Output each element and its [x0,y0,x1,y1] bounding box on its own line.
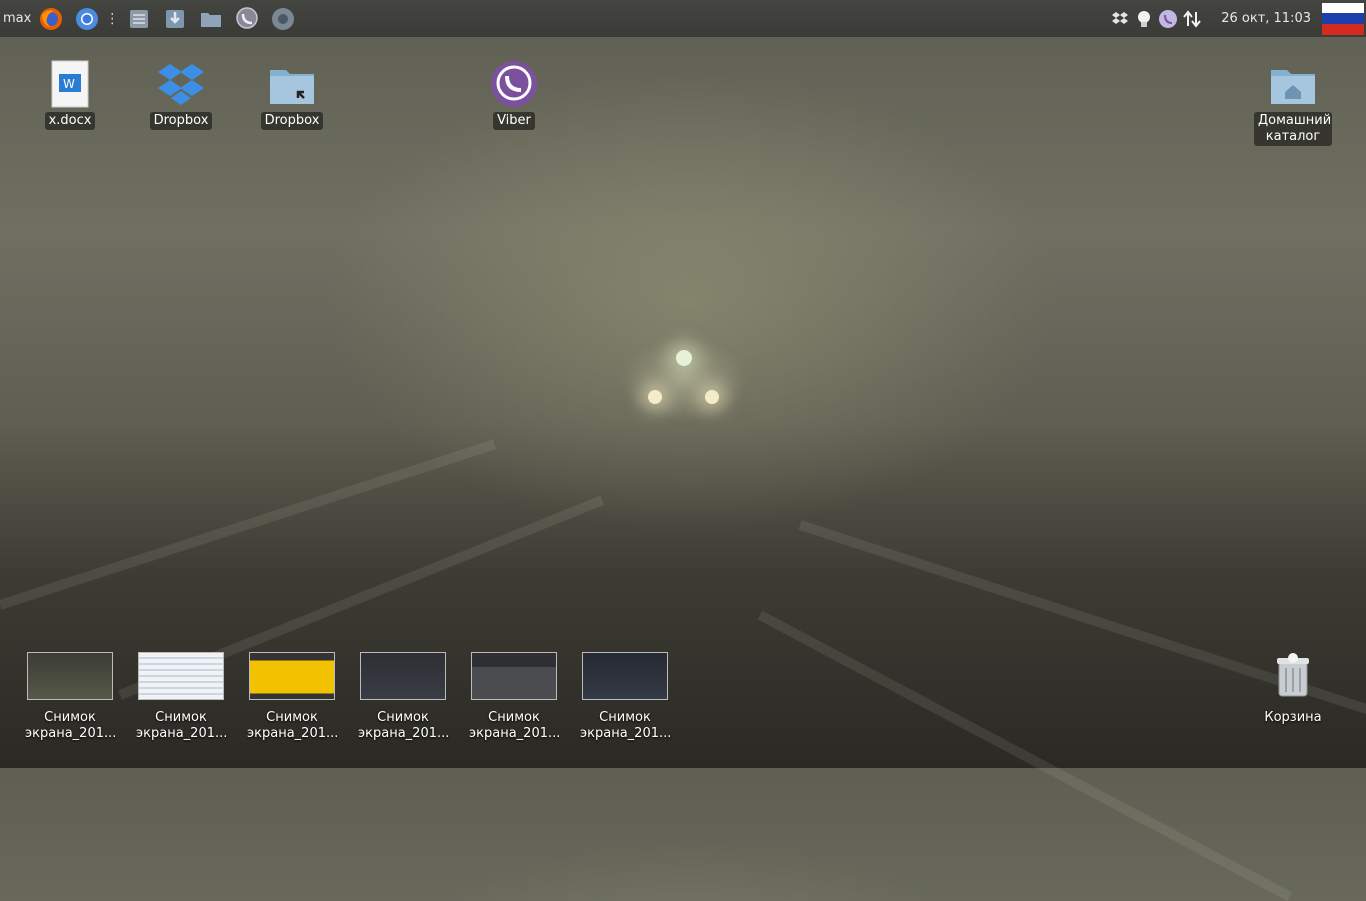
desktop-icon-screenshot[interactable]: Снимок экрана_201... [570,652,680,742]
system-tray: 26 окт, 11:03 [1109,0,1366,37]
headlight-1 [676,350,692,366]
docx-file-icon: W [46,60,94,108]
desktop-icon-label: Viber [493,112,535,130]
desktop-icon-trash[interactable]: Корзина [1238,652,1348,726]
chromium-icon[interactable] [271,7,295,31]
desktop-icon-screenshot[interactable]: Снимок экрана_201... [348,652,458,742]
desktop-icon-label: x.docx [44,112,96,130]
screenshot-thumbnail-icon [138,652,224,700]
headlight-2 [648,390,662,404]
desktop-icon-label: Снимок экрана_201... [469,710,561,741]
screenshot-thumbnail-icon [27,652,113,700]
trash-icon [1269,652,1317,700]
dropbox-icon [157,60,205,108]
screenshot-thumbnail-icon [582,652,668,700]
desktop-icon-label: Снимок экрана_201... [580,710,672,741]
desktop-icon-screenshot[interactable]: Снимок экрана_201... [15,652,125,742]
desktop-icon-home-folder[interactable]: Домашний каталог [1238,60,1348,146]
files-grey-icon[interactable] [127,7,151,31]
folder-link-icon [268,60,316,108]
home-folder-icon [1269,60,1317,108]
screenshot-thumbnail-icon [471,652,557,700]
folder-icon[interactable] [199,7,223,31]
desktop-icon-label: Dropbox [149,112,213,130]
svg-text:W: W [63,77,75,91]
screenshot-thumbnail-icon [360,652,446,700]
desktop-icon-label: Домашний каталог [1254,112,1332,146]
desktop-icon-dropbox-folder[interactable]: Dropbox [237,60,347,130]
viber-icon [490,60,538,108]
network-arrows-icon[interactable] [1181,8,1203,30]
rail-left-1 [0,439,497,610]
desktop-icon-label: Dropbox [260,112,324,130]
desktop-icon-x-docx[interactable]: W x.docx [15,60,125,130]
firefox-icon[interactable] [39,7,63,31]
desktop-icon-dropbox-app[interactable]: Dropbox [126,60,236,130]
flag-stripe-white [1322,2,1364,14]
desktop-icon-viber[interactable]: Viber [459,60,569,130]
user-name[interactable]: max [3,11,31,26]
launcher-separator-dots: ⋮ [105,10,120,27]
desktop-icon-screenshot[interactable]: Снимок экрана_201... [126,652,236,742]
flag-stripe-red [1322,23,1364,35]
top-panel: max ⋮ 26 окт, 11:03 [0,0,1366,37]
bulb-icon[interactable] [1133,8,1155,30]
dropbox-icon[interactable] [1109,8,1131,30]
desktop-icon-label: Снимок экрана_201... [247,710,339,741]
downloads-icon[interactable] [163,7,187,31]
chrome-icon[interactable] [75,7,99,31]
viber-icon[interactable] [1157,8,1179,30]
desktop-icon-label: Снимок экрана_201... [136,710,228,741]
desktop-icon-label: Снимок экрана_201... [358,710,450,741]
viber-icon[interactable] [235,6,259,31]
screenshot-thumbnail-icon [249,652,335,700]
desktop-icon-label: Корзина [1264,710,1322,725]
keyboard-layout-flag-icon[interactable] [1322,2,1364,35]
clock[interactable]: 26 окт, 11:03 [1221,11,1311,26]
desktop-icon-screenshot[interactable]: Снимок экрана_201... [237,652,347,742]
headlight-3 [705,390,719,404]
flag-stripe-blue [1322,13,1364,24]
desktop-icon-screenshot[interactable]: Снимок экрана_201... [459,652,569,742]
launcher: ⋮ [39,6,295,31]
desktop-icon-label: Снимок экрана_201... [25,710,117,741]
